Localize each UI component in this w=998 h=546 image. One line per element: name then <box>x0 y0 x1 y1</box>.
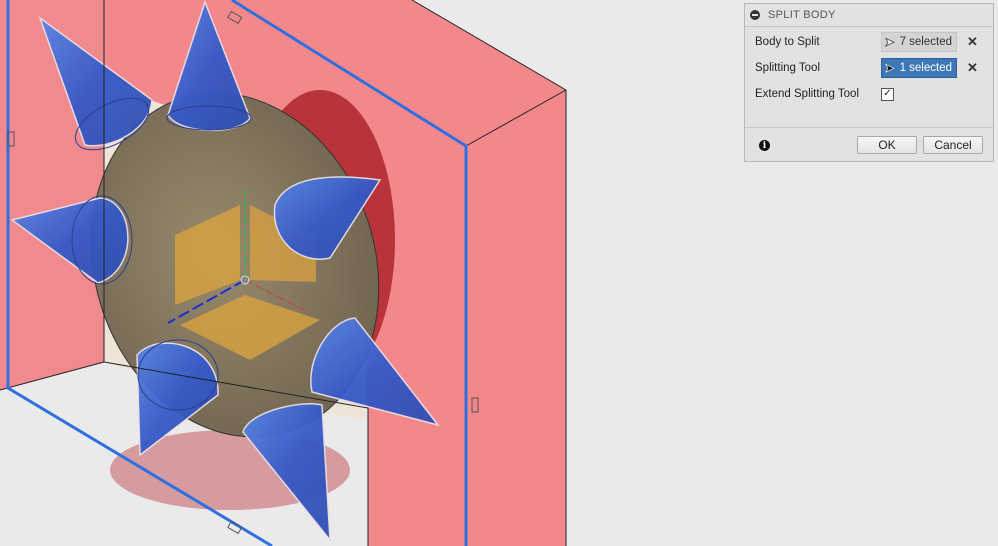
split-body-panel: SPLIT BODY Body to Split ➤ 7 selected ✕ … <box>744 3 994 162</box>
body-to-split-row: Body to Split ➤ 7 selected ✕ <box>755 31 981 53</box>
panel-title: SPLIT BODY <box>768 9 836 21</box>
splitting-tool-count: 1 selected <box>899 62 952 74</box>
extend-splitting-tool-label: Extend Splitting Tool <box>755 88 859 100</box>
ok-button[interactable]: OK <box>857 136 917 154</box>
origin-point[interactable] <box>240 275 250 285</box>
checkmark-icon: ✓ <box>883 88 892 99</box>
body-to-split-label: Body to Split <box>755 36 820 48</box>
cursor-arrow-icon: ➤ <box>884 61 895 75</box>
panel-header: SPLIT BODY <box>745 4 993 27</box>
cursor-arrow-icon: ➤ <box>884 35 895 49</box>
body-to-split-count: 7 selected <box>899 36 952 48</box>
splitting-tool-row: Splitting Tool ➤ 1 selected ✕ <box>755 57 981 79</box>
splitting-tool-selector[interactable]: ➤ 1 selected <box>881 58 957 78</box>
info-icon[interactable]: i <box>759 140 770 151</box>
cancel-button[interactable]: Cancel <box>923 136 983 154</box>
extend-splitting-tool-row: Extend Splitting Tool ✓ <box>755 83 981 105</box>
panel-divider <box>745 127 993 128</box>
clear-body-selection-icon[interactable]: ✕ <box>967 34 978 50</box>
collapse-icon[interactable] <box>750 10 760 20</box>
splitting-tool-label: Splitting Tool <box>755 62 820 74</box>
extend-splitting-tool-checkbox[interactable]: ✓ <box>881 87 894 101</box>
body-to-split-selector[interactable]: ➤ 7 selected <box>881 32 957 52</box>
clear-tool-selection-icon[interactable]: ✕ <box>967 60 978 76</box>
